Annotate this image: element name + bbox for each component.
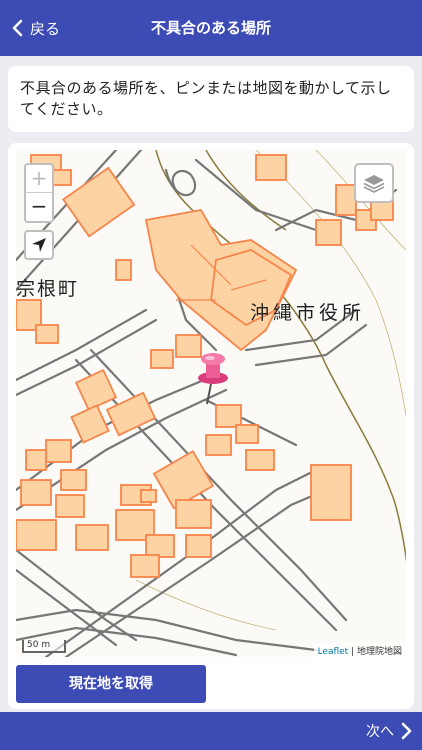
map-label-city-hall: 沖縄市役所 (250, 302, 366, 324)
map-label-town: 宗根町 (16, 278, 80, 300)
zoom-control: + − (24, 163, 54, 223)
map-view[interactable]: + − 宗根町 沖縄市役所 50 m Leaflet | 地理院地図 (16, 150, 406, 657)
locate-me-button[interactable] (24, 230, 54, 260)
attribution-source: 地理院地図 (356, 647, 402, 657)
leaflet-link[interactable]: Leaflet (318, 647, 349, 657)
navigation-arrow-icon (32, 238, 46, 252)
zoom-in-button[interactable]: + (26, 165, 52, 193)
map-scale: 50 m (22, 640, 66, 653)
get-current-location-button[interactable]: 現在地を取得 (16, 665, 206, 703)
map-attribution: Leaflet | 地理院地図 (313, 643, 406, 657)
chevron-right-icon (401, 722, 412, 740)
layers-button[interactable] (354, 163, 394, 203)
next-button-label: 次へ (366, 724, 394, 740)
pushpin-icon (198, 353, 228, 405)
location-pin[interactable] (193, 350, 233, 406)
footer-bar: 次へ (0, 712, 422, 750)
instruction-card: 不具合のある場所を、ピンまたは地図を動かして示してください。 (8, 66, 414, 132)
layers-icon (363, 175, 385, 193)
page-title: 不具合のある場所 (150, 19, 271, 37)
instruction-text: 不具合のある場所を、ピンまたは地図を動かして示してください。 (20, 79, 392, 118)
zoom-out-button[interactable]: − (26, 193, 52, 221)
map-card: + − 宗根町 沖縄市役所 50 m Leaflet | 地理院地図 現在地を取… (8, 143, 414, 709)
attribution-separator: | (348, 647, 357, 657)
next-button[interactable]: 次へ (366, 712, 414, 750)
header-bar: 戻る 不具合のある場所 (0, 0, 422, 56)
